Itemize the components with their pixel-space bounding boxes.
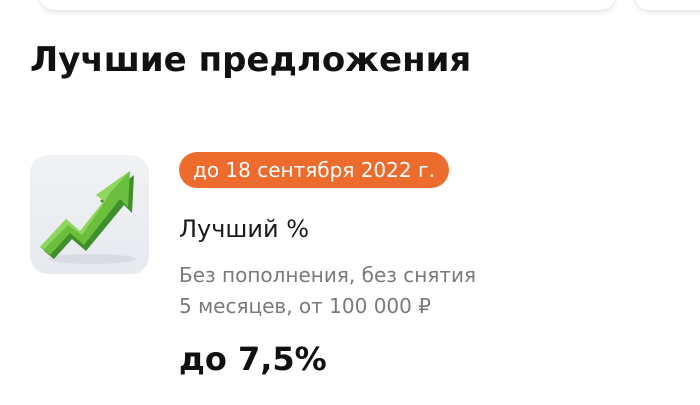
previous-card [40,0,615,10]
offer-rate: до 7,5% [179,340,327,378]
offer-description: Без пополнения, без снятия 5 месяцев, от… [179,260,476,322]
offer-deadline-badge: до 18 сентября 2022 г. [179,152,449,188]
section-title: Лучшие предложения [30,40,472,80]
offer-name: Лучший % [179,215,310,243]
offer-description-line-1: Без пополнения, без снятия [179,263,477,287]
offer-thumbnail [30,155,149,274]
offer-description-line-2: 5 месяцев, от 100 000 ₽ [179,294,431,318]
previous-card-secondary [635,0,700,10]
offer-card[interactable]: до 18 сентября 2022 г. Лучший % Без попо… [30,152,670,382]
growth-arrow-icon [40,171,136,264]
best-offers-screen: Лучшие предложения до 18 сентября 2022 г… [0,0,700,405]
